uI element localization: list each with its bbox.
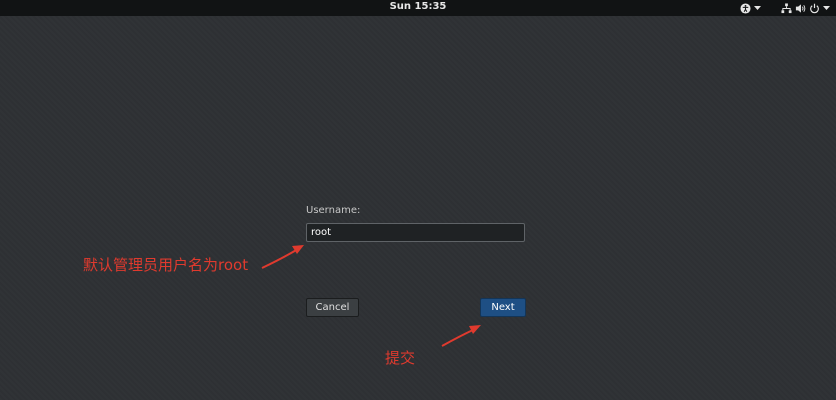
- annotation-arrows: [261, 245, 481, 347]
- cancel-button[interactable]: Cancel: [306, 298, 359, 317]
- username-input[interactable]: [306, 223, 525, 242]
- admin-username-annotation: 默认管理员用户名为root: [83, 256, 249, 274]
- arrow-to-next: [441, 325, 481, 347]
- arrow-to-username: [261, 245, 304, 269]
- system-tray: [740, 0, 830, 16]
- next-button[interactable]: Next: [480, 298, 526, 317]
- system-menu[interactable]: [781, 2, 830, 14]
- power-icon: [809, 3, 820, 14]
- submit-annotation: 提交: [385, 349, 416, 367]
- network-icon: [781, 2, 792, 14]
- chevron-down-icon: [823, 5, 830, 11]
- clock[interactable]: Sun 15:35: [0, 0, 836, 14]
- username-label: Username:: [306, 205, 361, 216]
- top-bar: Sun 15:35: [0, 0, 836, 16]
- accessibility-menu[interactable]: [740, 2, 761, 14]
- chevron-down-icon: [754, 5, 761, 11]
- accessibility-icon: [740, 2, 751, 14]
- volume-icon: [795, 3, 806, 14]
